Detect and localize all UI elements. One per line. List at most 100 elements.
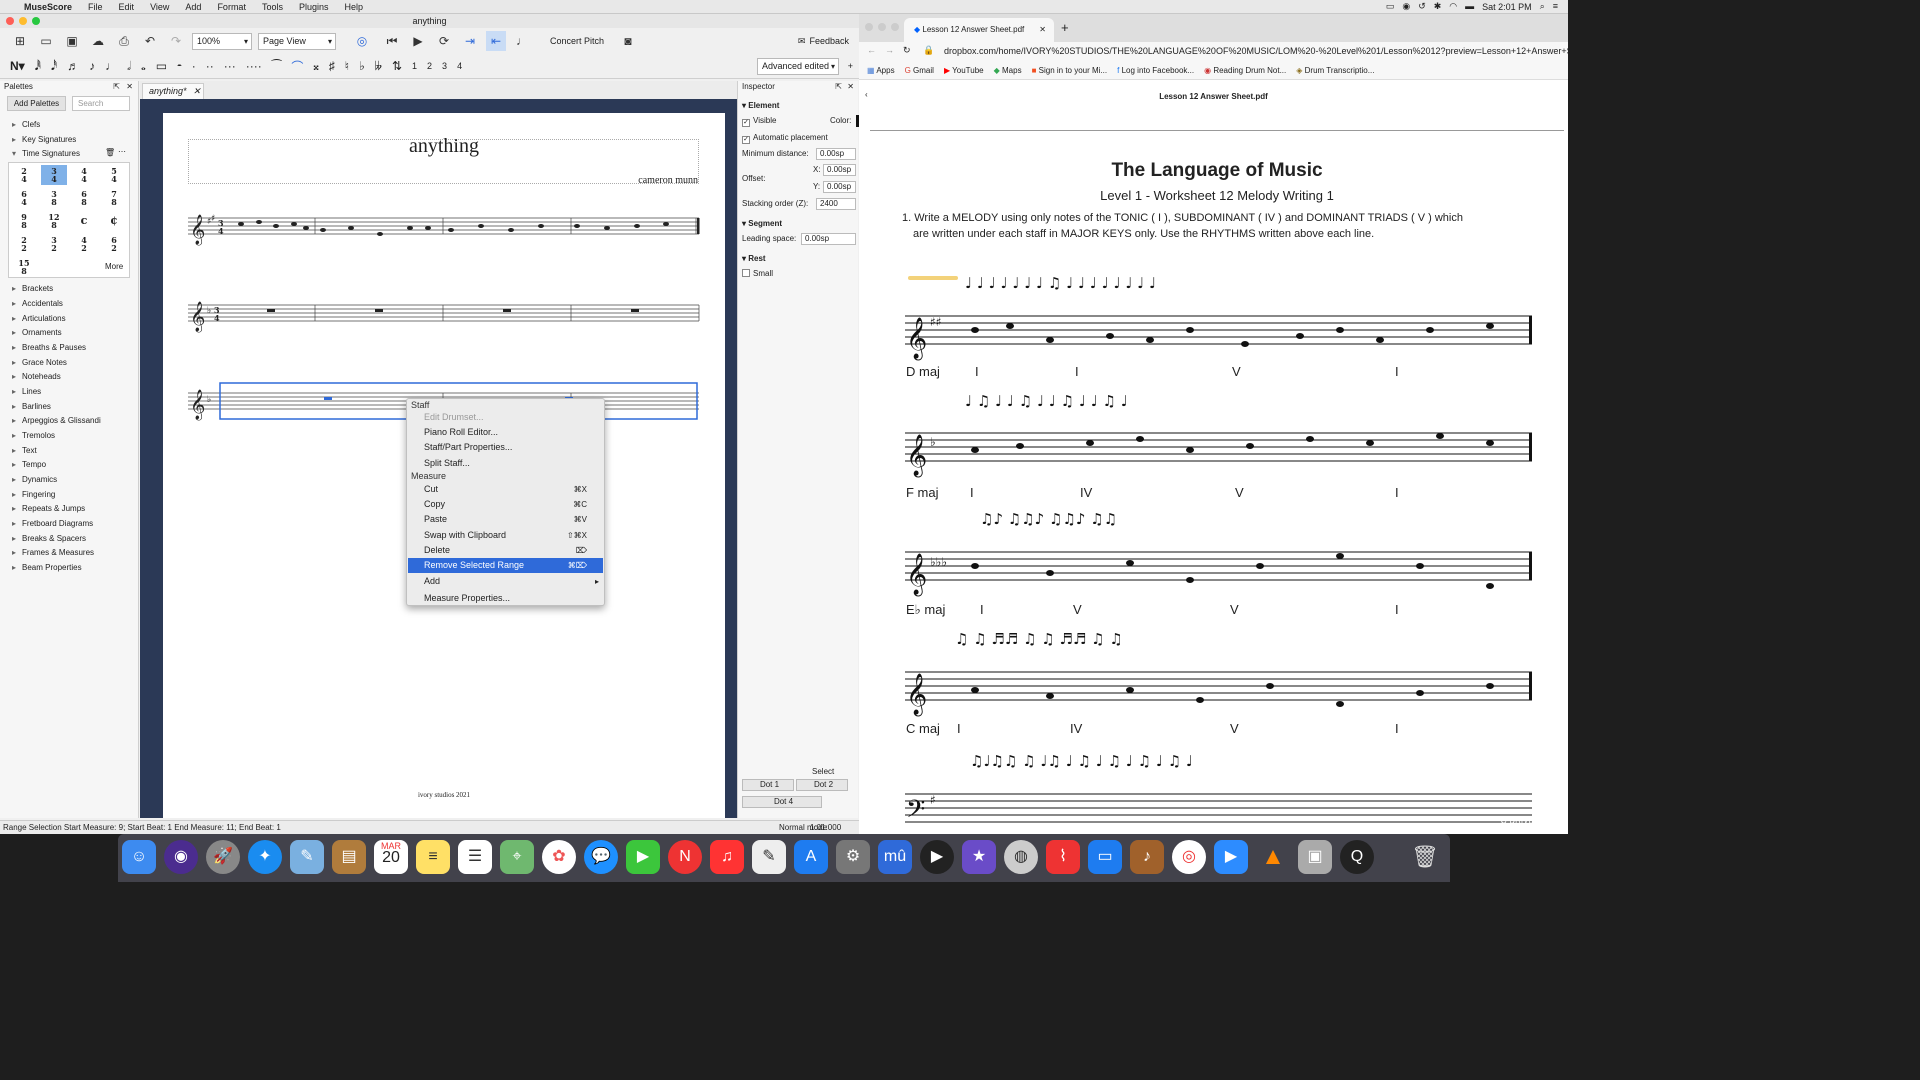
app-store-icon[interactable]: A xyxy=(794,840,828,874)
ctx-measure-properties[interactable]: Measure Properties... xyxy=(408,591,603,606)
preview-icon[interactable]: ✎ xyxy=(290,840,324,874)
ctx-piano-roll[interactable]: Piano Roll Editor... xyxy=(408,425,603,440)
menu-format[interactable]: Format xyxy=(209,2,254,12)
save-icon[interactable]: ▣ xyxy=(62,31,82,51)
stacking-input[interactable]: 2400 xyxy=(816,198,856,210)
menu-view[interactable]: View xyxy=(142,2,177,12)
min-distance-input[interactable]: 0.00sp xyxy=(816,148,856,160)
keynote-icon[interactable]: ▭ xyxy=(1088,840,1122,874)
palette-time-signatures[interactable]: Time Signatures xyxy=(12,147,80,161)
ctx-split-staff[interactable]: Split Staff... xyxy=(408,456,603,471)
menu-add[interactable]: Add xyxy=(177,2,209,12)
control-center-icon[interactable]: ≡ xyxy=(1553,2,1558,11)
loop-out-icon[interactable]: ⇤ xyxy=(486,31,506,51)
palette-articulations[interactable]: Articulations xyxy=(12,312,66,326)
menubar-clock[interactable]: Sat 2:01 PM xyxy=(1482,2,1532,12)
ts-9-8[interactable]: 98 xyxy=(11,211,37,231)
palette-lines[interactable]: Lines xyxy=(12,385,41,399)
duration-64th-icon[interactable]: 𝅘𝅥𝅱 xyxy=(35,59,41,74)
siri-icon[interactable]: ◉ xyxy=(164,840,198,874)
palette-text[interactable]: Text xyxy=(12,444,37,458)
chrome-dock-icon[interactable]: ◎ xyxy=(1172,840,1206,874)
safari-icon[interactable]: ✦ xyxy=(248,840,282,874)
section-segment[interactable]: ▾ Segment xyxy=(742,219,782,228)
tie-icon[interactable]: ⁀ xyxy=(272,59,282,73)
photos-icon[interactable]: ✿ xyxy=(542,840,576,874)
spotlight-icon[interactable]: ⌕ xyxy=(1540,2,1545,11)
palette-breaks[interactable]: Breaks & Spacers xyxy=(12,532,86,546)
bookmark-microsoft[interactable]: ■ Sign in to your Mi... xyxy=(1032,66,1108,75)
palette-frames[interactable]: Frames & Measures xyxy=(12,546,94,560)
palette-clefs[interactable]: Clefs xyxy=(12,118,40,132)
quicktime-icon[interactable]: Q xyxy=(1340,840,1374,874)
bookmark-maps[interactable]: ◆ Maps xyxy=(994,66,1022,75)
section-element[interactable]: ▾ Element xyxy=(742,101,779,110)
duration-breve-icon[interactable]: ▭ xyxy=(156,59,167,73)
back-icon[interactable]: ← xyxy=(867,45,876,55)
bookmark-drum-notation[interactable]: ◉ Reading Drum Not... xyxy=(1204,66,1286,75)
duration-half-icon[interactable]: 𝅗𝅥 xyxy=(127,59,131,74)
score-composer[interactable]: cameron munn xyxy=(638,175,698,186)
screen-mirror-icon[interactable]: ▭ xyxy=(1386,2,1395,11)
voice-1-button[interactable]: 1 xyxy=(412,61,417,71)
palette-grace-notes[interactable]: Grace Notes xyxy=(12,356,67,370)
palette-ornaments[interactable]: Ornaments xyxy=(12,326,62,340)
vlc-icon[interactable]: ▲ xyxy=(1256,840,1290,874)
ts-4-4[interactable]: 44 xyxy=(71,165,97,185)
print-icon[interactable]: ⎙ xyxy=(114,31,134,51)
ts-common-time[interactable]: c xyxy=(71,215,97,235)
offset-x-input[interactable]: 0.00sp xyxy=(823,164,856,176)
bookmark-facebook[interactable]: f Log into Facebook... xyxy=(1117,66,1194,75)
ctx-cut[interactable]: Cut ⌘X xyxy=(408,482,603,497)
close-palettes-icon[interactable]: ✕ xyxy=(126,82,133,91)
trash-dock-icon[interactable]: 🗑 xyxy=(1408,840,1442,874)
ctx-add-submenu[interactable]: Add ▸ xyxy=(408,574,603,589)
loop-in-icon[interactable]: ⇥ xyxy=(460,31,480,51)
triple-dot-icon[interactable]: ··· xyxy=(224,59,236,73)
bookmark-youtube[interactable]: ▶ YouTube xyxy=(944,66,984,75)
ts-4-2[interactable]: 42 xyxy=(71,234,97,254)
zoom-select[interactable]: 100% xyxy=(192,32,252,50)
concert-pitch-toggle[interactable]: Concert Pitch xyxy=(550,36,604,46)
menu-edit[interactable]: Edit xyxy=(111,2,143,12)
close-chrome-tab-icon[interactable]: ✕ xyxy=(1039,18,1046,42)
url-bar[interactable]: dropbox.com/home/IVORY%20STUDIOS/THE%20L… xyxy=(944,46,1568,56)
drum-app-icon[interactable]: ◍ xyxy=(1004,840,1038,874)
trash-icon[interactable]: 🗑 xyxy=(105,148,115,157)
facetime-icon[interactable]: ▶ xyxy=(626,840,660,874)
rewind-icon[interactable]: ⏮ xyxy=(382,31,402,51)
automatic-placement-checkbox[interactable]: ✓ Automatic placement xyxy=(742,133,828,144)
ts-6-8[interactable]: 68 xyxy=(71,188,97,208)
midi-input-icon[interactable]: ◎ xyxy=(352,31,372,51)
voice-2-button[interactable]: 2 xyxy=(427,61,432,71)
metronome-icon[interactable]: ♩ xyxy=(512,31,532,51)
new-score-icon[interactable]: ⊞ xyxy=(10,31,30,51)
undo-icon[interactable]: ↶ xyxy=(140,31,160,51)
ts-15-8[interactable]: 15 8 xyxy=(11,257,37,277)
zoom-app-icon[interactable]: ▶ xyxy=(1214,840,1248,874)
double-dot-icon[interactable]: ·· xyxy=(206,59,214,73)
rest-icon[interactable]: 𝄼 xyxy=(177,59,182,74)
sharp-icon[interactable]: ♯ xyxy=(329,59,335,73)
cloud-upload-icon[interactable]: ☁ xyxy=(88,31,108,51)
ctx-paste[interactable]: Paste ⌘V xyxy=(408,512,603,527)
player-icon[interactable]: ▶ xyxy=(920,840,954,874)
menu-help[interactable]: Help xyxy=(337,2,372,12)
palette-noteheads[interactable]: Noteheads xyxy=(12,370,61,384)
ts-3-4[interactable]: 34 xyxy=(41,165,67,185)
flat-icon[interactable]: ♭ xyxy=(359,59,365,73)
guitar-app-icon[interactable]: ♪ xyxy=(1130,840,1164,874)
ts-cut-time[interactable]: ¢ xyxy=(101,215,127,235)
select-dot1-button[interactable]: Dot 1 xyxy=(742,779,794,791)
augmentation-dot-icon[interactable]: · xyxy=(192,59,196,73)
ts-12-8[interactable]: 12 8 xyxy=(41,211,67,231)
natural-icon[interactable]: ♮ xyxy=(345,59,349,73)
undock-inspector-icon[interactable]: ⇱ xyxy=(835,82,842,91)
note-input-icon[interactable]: N▾ xyxy=(10,59,25,73)
palette-barlines[interactable]: Barlines xyxy=(12,400,51,414)
ts-3-8[interactable]: 38 xyxy=(41,188,67,208)
section-rest[interactable]: ▾ Rest xyxy=(742,254,766,263)
palette-fingering[interactable]: Fingering xyxy=(12,488,55,502)
chrome-minimize-button[interactable] xyxy=(878,23,886,31)
maps-dock-icon[interactable]: ⌖ xyxy=(500,840,534,874)
